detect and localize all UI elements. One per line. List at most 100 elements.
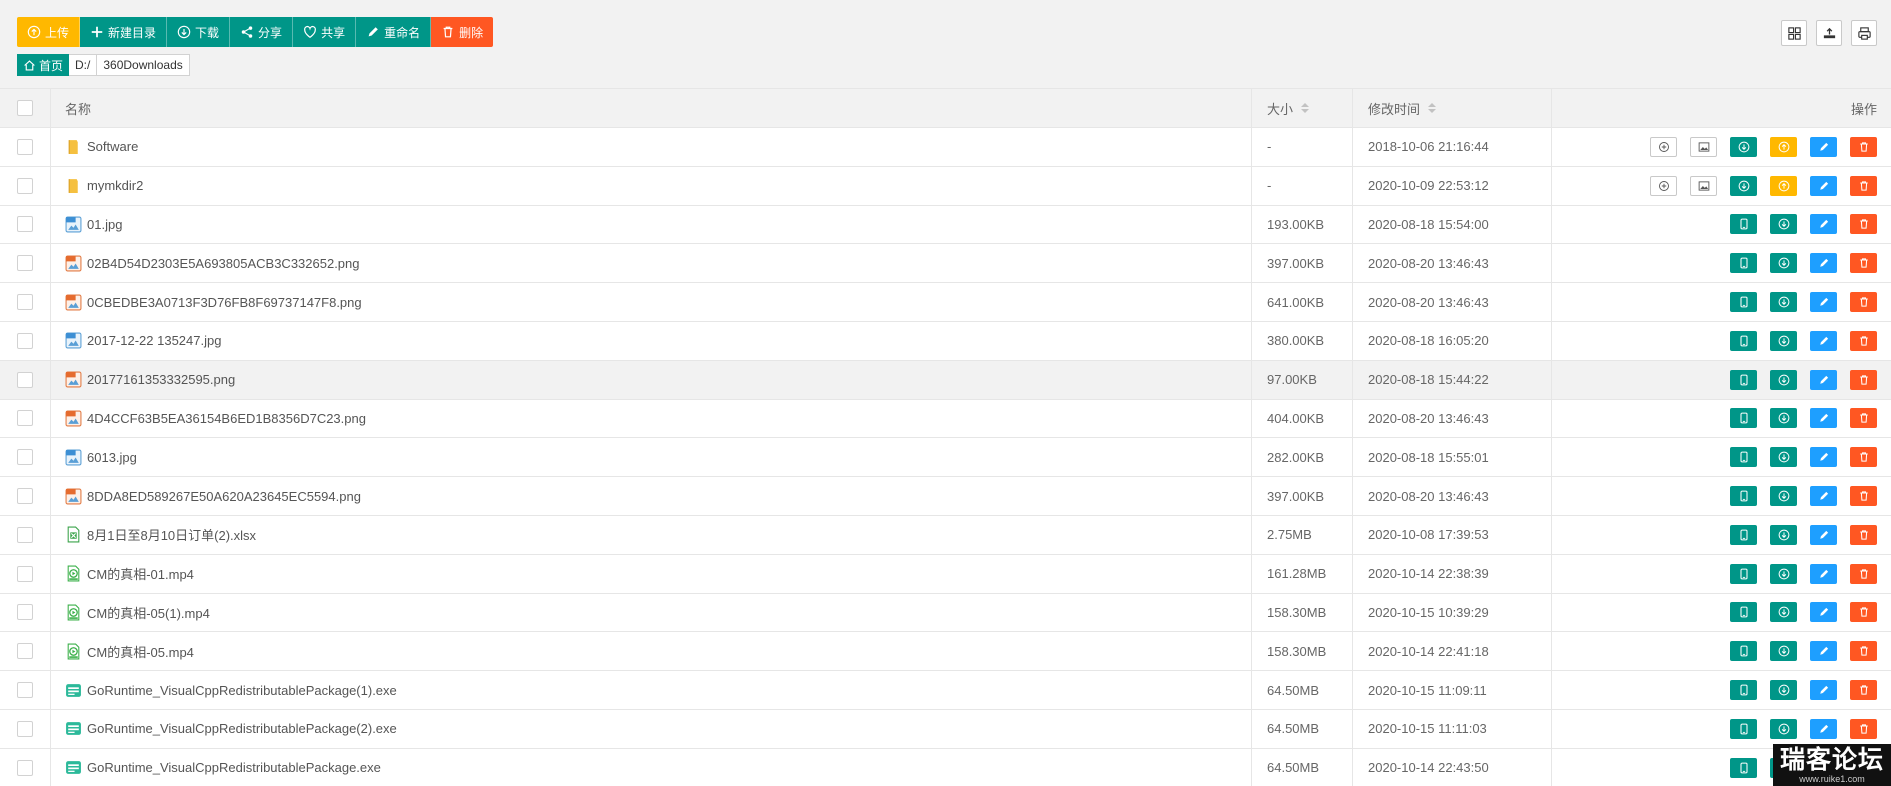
row-download-button[interactable]: [1770, 253, 1797, 274]
file-name-link[interactable]: 0CBEDBE3A0713F3D76FB8F69737147F8.png: [65, 294, 362, 311]
row-checkbox[interactable]: [17, 255, 33, 272]
row-preview-button[interactable]: [1730, 602, 1757, 623]
table-row[interactable]: GoRuntime_VisualCppRedistributablePackag…: [0, 709, 1891, 749]
row-rename-button[interactable]: [1810, 718, 1837, 739]
row-preview-button[interactable]: [1730, 680, 1757, 701]
download-button[interactable]: 下载: [167, 17, 231, 47]
row-checkbox[interactable]: [17, 294, 33, 311]
thumbnail-button[interactable]: [1690, 175, 1717, 196]
row-delete-button[interactable]: [1850, 486, 1877, 507]
row-rename-button[interactable]: [1810, 524, 1837, 545]
file-name-link[interactable]: 8月1日至8月10日订单(2).xlsx: [65, 525, 256, 544]
detail-button[interactable]: [1650, 136, 1677, 157]
row-download-button[interactable]: [1770, 718, 1797, 739]
header-size[interactable]: 大小: [1252, 89, 1353, 127]
table-row[interactable]: 01.jpg 193.00KB 2020-08-18 15:54:00: [0, 205, 1891, 245]
row-preview-button[interactable]: [1730, 486, 1757, 507]
table-row[interactable]: GoRuntime_VisualCppRedistributablePackag…: [0, 748, 1891, 786]
row-rename-button[interactable]: [1810, 641, 1837, 662]
row-delete-button[interactable]: [1850, 330, 1877, 351]
table-row[interactable]: GoRuntime_VisualCppRedistributablePackag…: [0, 671, 1891, 710]
row-delete-button[interactable]: [1850, 369, 1877, 390]
row-checkbox[interactable]: [17, 643, 33, 660]
file-name-link[interactable]: 4D4CCF63B5EA36154B6ED1B8356D7C23.png: [65, 410, 366, 427]
file-name-link[interactable]: 8DDA8ED589267E50A620A23645EC5594.png: [65, 488, 361, 505]
sort-icon[interactable]: [1428, 103, 1437, 113]
row-preview-button[interactable]: [1730, 524, 1757, 545]
row-checkbox[interactable]: [17, 410, 33, 427]
row-delete-button[interactable]: [1850, 175, 1877, 196]
select-all-checkbox[interactable]: [17, 100, 33, 116]
row-checkbox[interactable]: [17, 682, 33, 699]
row-delete-button[interactable]: [1850, 680, 1877, 701]
row-preview-button[interactable]: [1730, 757, 1757, 778]
file-name-link[interactable]: GoRuntime_VisualCppRedistributablePackag…: [65, 720, 397, 737]
row-rename-button[interactable]: [1810, 563, 1837, 584]
row-delete-button[interactable]: [1850, 408, 1877, 429]
row-download-button[interactable]: [1770, 369, 1797, 390]
row-rename-button[interactable]: [1810, 602, 1837, 623]
row-download-button[interactable]: [1770, 330, 1797, 351]
detail-button[interactable]: [1650, 175, 1677, 196]
row-download-button[interactable]: [1770, 680, 1797, 701]
row-preview-button[interactable]: [1730, 369, 1757, 390]
breadcrumb-item[interactable]: 360Downloads: [97, 54, 190, 76]
row-upload-button[interactable]: [1770, 136, 1797, 157]
row-checkbox[interactable]: [17, 332, 33, 349]
file-name-link[interactable]: Software: [65, 138, 138, 155]
row-download-button[interactable]: [1770, 602, 1797, 623]
grid-view-button[interactable]: [1781, 20, 1807, 46]
row-checkbox[interactable]: [17, 371, 33, 388]
row-delete-button[interactable]: [1850, 641, 1877, 662]
row-checkbox[interactable]: [17, 565, 33, 582]
table-row[interactable]: 8DDA8ED589267E50A620A23645EC5594.png 397.…: [0, 477, 1891, 516]
breadcrumb-home[interactable]: 首页: [17, 54, 70, 76]
file-name-link[interactable]: CM的真相-01.mp4: [65, 564, 194, 583]
file-name-link[interactable]: GoRuntime_VisualCppRedistributablePackag…: [65, 682, 397, 699]
row-checkbox[interactable]: [17, 604, 33, 621]
row-download-button[interactable]: [1730, 175, 1757, 196]
row-download-button[interactable]: [1770, 563, 1797, 584]
share-button[interactable]: 分享: [230, 17, 294, 47]
table-row[interactable]: 6013.jpg 282.00KB 2020-08-18 15:55:01: [0, 438, 1891, 478]
row-download-button[interactable]: [1770, 214, 1797, 235]
row-download-button[interactable]: [1770, 524, 1797, 545]
row-rename-button[interactable]: [1810, 330, 1837, 351]
row-delete-button[interactable]: [1850, 292, 1877, 313]
row-download-button[interactable]: [1770, 486, 1797, 507]
row-rename-button[interactable]: [1810, 136, 1837, 157]
header-mtime[interactable]: 修改时间: [1353, 89, 1552, 127]
file-name-link[interactable]: 01.jpg: [65, 216, 122, 233]
table-row[interactable]: 2017-12-22 135247.jpg 380.00KB 2020-08-18 …: [0, 321, 1891, 361]
row-rename-button[interactable]: [1810, 447, 1837, 468]
row-rename-button[interactable]: [1810, 292, 1837, 313]
file-name-link[interactable]: mymkdir2: [65, 177, 143, 194]
thumbnail-button[interactable]: [1690, 136, 1717, 157]
row-delete-button[interactable]: [1850, 524, 1877, 545]
table-row[interactable]: 02B4D54D2303E5A693805ACB3C332652.png 397.…: [0, 244, 1891, 284]
row-preview-button[interactable]: [1730, 563, 1757, 584]
row-rename-button[interactable]: [1810, 214, 1837, 235]
breadcrumb-item[interactable]: D:/: [69, 54, 98, 76]
row-delete-button[interactable]: [1850, 447, 1877, 468]
file-name-link[interactable]: CM的真相-05.mp4: [65, 642, 194, 661]
row-download-button[interactable]: [1770, 641, 1797, 662]
row-checkbox[interactable]: [17, 759, 33, 776]
row-preview-button[interactable]: [1730, 253, 1757, 274]
row-checkbox[interactable]: [17, 488, 33, 505]
row-delete-button[interactable]: [1850, 253, 1877, 274]
file-name-link[interactable]: 6013.jpg: [65, 449, 137, 466]
row-delete-button[interactable]: [1850, 136, 1877, 157]
row-checkbox[interactable]: [17, 177, 33, 194]
row-preview-button[interactable]: [1730, 447, 1757, 468]
file-name-link[interactable]: GoRuntime_VisualCppRedistributablePackag…: [65, 759, 381, 776]
row-checkbox[interactable]: [17, 216, 33, 233]
row-rename-button[interactable]: [1810, 369, 1837, 390]
file-name-link[interactable]: 2017-12-22 135247.jpg: [65, 332, 221, 349]
row-delete-button[interactable]: [1850, 718, 1877, 739]
table-row[interactable]: 8月1日至8月10日订单(2).xlsx 2.75MB 2020-10-08 17:…: [0, 515, 1891, 555]
file-name-link[interactable]: CM的真相-05(1).mp4: [65, 603, 210, 622]
table-row[interactable]: CM的真相-01.mp4 161.28MB 2020-10-14 22:38:39: [0, 554, 1891, 594]
row-preview-button[interactable]: [1730, 214, 1757, 235]
row-preview-button[interactable]: [1730, 641, 1757, 662]
